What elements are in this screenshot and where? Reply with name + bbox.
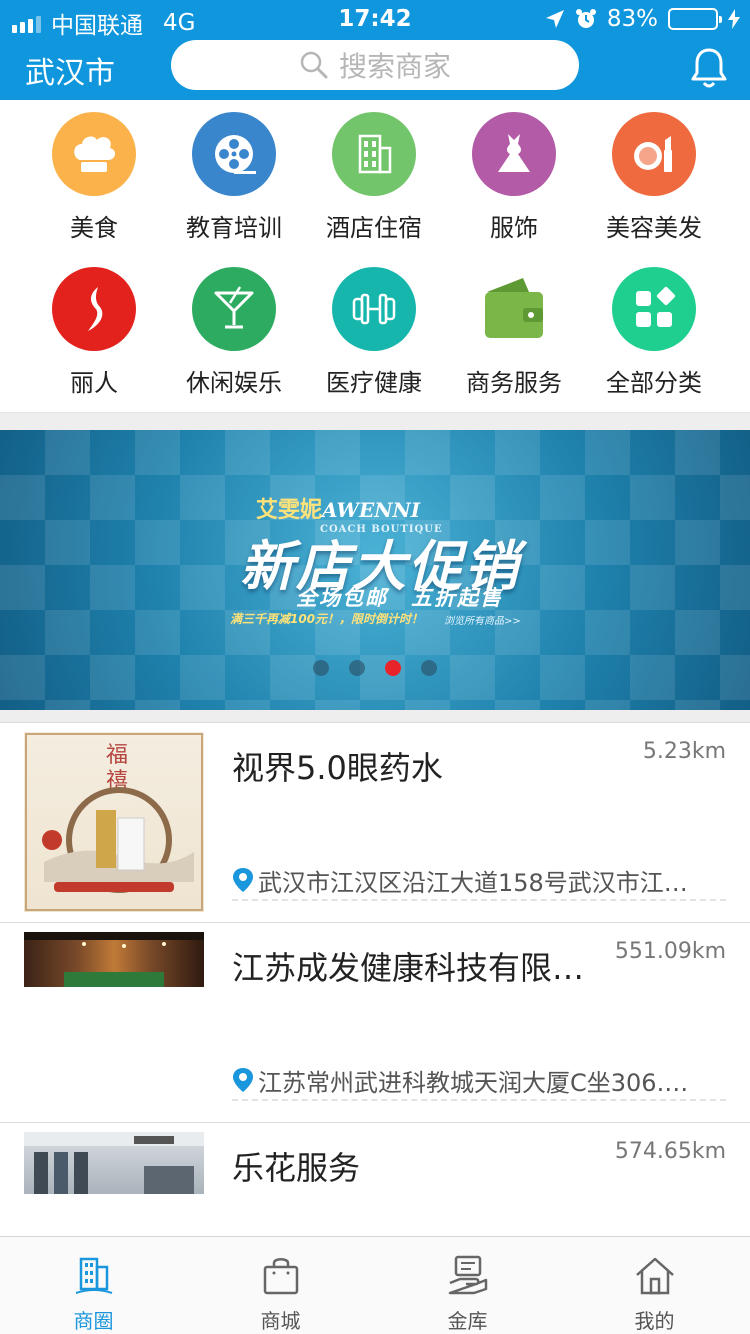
category-ladies[interactable]: 丽人 xyxy=(24,255,164,397)
category-grid: 美食 教育培训 酒店住宿 服饰 美容美发 丽人 休闲娱乐 医疗健康 商务服务 全… xyxy=(0,100,750,412)
category-label: 酒店住宿 xyxy=(326,214,422,242)
category-leisure[interactable]: 休闲娱乐 xyxy=(164,255,304,397)
location-pin-icon xyxy=(233,1068,253,1092)
status-bar: 中国联通 4G 17:42 83% xyxy=(0,0,750,40)
carousel-dot[interactable] xyxy=(349,660,365,676)
merchant-thumbnail xyxy=(24,932,204,987)
merchant-thumbnail xyxy=(24,1132,204,1194)
charging-icon xyxy=(728,9,740,29)
status-right: 83% xyxy=(545,6,740,32)
alarm-icon xyxy=(575,9,596,28)
buildings-icon xyxy=(75,1257,112,1294)
banner-subtitle: 全场包邮 五折起售 xyxy=(296,586,503,610)
carousel-dots xyxy=(0,660,750,676)
merchant-name: 乐花服务 xyxy=(232,1149,361,1187)
merchant-address: 江苏常州武进科教城天润大厦C坐306.… xyxy=(232,1061,726,1101)
tab-label: 商城 xyxy=(260,1309,301,1333)
top-bar: 中国联通 4G 17:42 83% 武汉市 搜索商家 xyxy=(0,0,750,100)
merchant-name: 视界5.0眼药水 xyxy=(232,749,443,787)
category-apparel[interactable]: 服饰 xyxy=(444,100,584,242)
location-arrow-icon xyxy=(545,10,564,28)
shopping-bag-icon xyxy=(263,1258,298,1295)
figure-icon xyxy=(52,267,136,351)
battery-percent: 83% xyxy=(606,6,658,32)
search-placeholder: 搜索商家 xyxy=(338,50,451,83)
tab-mine[interactable]: 我的 xyxy=(561,1237,748,1334)
banner-offer: 满三千再减100元！，限时倒计时！ xyxy=(230,612,424,626)
category-label: 美食 xyxy=(70,214,118,242)
list-item[interactable]: 福 禧 视界5.0眼药水 5.23km 武汉市江汉区沿江大道158号武汉市江… xyxy=(0,722,750,922)
merchant-name: 江苏成发健康科技有限… xyxy=(232,949,585,987)
search-input[interactable]: 搜索商家 xyxy=(171,40,579,90)
tab-mall[interactable]: 商城 xyxy=(187,1237,374,1334)
makeup-icon xyxy=(612,112,696,196)
tab-label: 商圈 xyxy=(73,1309,114,1333)
carousel-dot[interactable] xyxy=(421,660,437,676)
dumbbell-icon xyxy=(332,267,416,351)
banner-brand-cn: 艾雯妮 xyxy=(256,498,323,523)
bell-icon[interactable] xyxy=(690,46,728,90)
grid-icon xyxy=(612,267,696,351)
home-icon xyxy=(635,1257,674,1295)
city-selector[interactable]: 武汉市 xyxy=(25,48,115,92)
merchant-address-text: 武汉市江汉区沿江大道158号武汉市江… xyxy=(258,868,688,897)
chef-hat-icon xyxy=(52,112,136,196)
tab-label: 我的 xyxy=(634,1309,675,1333)
film-reel-icon xyxy=(192,112,276,196)
battery-icon xyxy=(668,8,722,30)
category-business[interactable]: 商务服务 xyxy=(444,255,584,397)
location-pin-icon xyxy=(233,868,253,892)
category-medical[interactable]: 医疗健康 xyxy=(304,255,444,397)
section-divider xyxy=(0,412,750,430)
category-hotel[interactable]: 酒店住宿 xyxy=(304,100,444,242)
category-label: 商务服务 xyxy=(466,369,562,397)
tab-label: 金库 xyxy=(447,1309,488,1333)
tab-bar: 商圈 商城 金库 我的 xyxy=(0,1236,750,1334)
header: 武汉市 搜索商家 xyxy=(0,40,750,100)
tab-business-circle[interactable]: 商圈 xyxy=(0,1237,187,1334)
dress-icon xyxy=(472,112,556,196)
carousel-dot[interactable] xyxy=(313,660,329,676)
category-label: 服饰 xyxy=(490,214,538,242)
category-beauty[interactable]: 美容美发 xyxy=(584,100,724,242)
banner-browse-link: 浏览所有商品>> xyxy=(444,616,521,627)
category-label: 美容美发 xyxy=(606,214,702,242)
merchant-address-text: 江苏常州武进科教城天润大厦C坐306.… xyxy=(258,1068,689,1097)
tab-vault[interactable]: 金库 xyxy=(374,1237,561,1334)
svg-text:福: 福 xyxy=(106,743,128,768)
category-label: 教育培训 xyxy=(186,214,282,242)
category-education[interactable]: 教育培训 xyxy=(164,100,304,242)
merchant-distance: 574.65km xyxy=(614,1139,726,1164)
cocktail-icon xyxy=(192,267,276,351)
carousel-dot-active[interactable] xyxy=(385,660,401,676)
category-food[interactable]: 美食 xyxy=(24,100,164,242)
building-icon xyxy=(332,112,416,196)
search-icon xyxy=(300,51,328,79)
merchant-distance: 5.23km xyxy=(642,739,726,764)
category-label: 丽人 xyxy=(70,369,118,397)
list-item[interactable]: 江苏成发健康科技有限… 551.09km 江苏常州武进科教城天润大厦C坐306.… xyxy=(0,922,750,1122)
promo-banner[interactable]: 艾雯妮AWENNI COACH BOUTIQUE 新店大促销 全场包邮 五折起售… xyxy=(0,430,750,710)
banner-brand-en: AWENNI xyxy=(322,498,421,522)
vault-icon xyxy=(448,1255,487,1295)
category-all[interactable]: 全部分类 xyxy=(584,255,724,397)
category-label: 休闲娱乐 xyxy=(186,369,282,397)
merchant-distance: 551.09km xyxy=(614,939,726,964)
section-divider xyxy=(0,710,750,722)
category-label: 全部分类 xyxy=(606,369,702,397)
wallet-icon xyxy=(472,267,556,351)
merchant-thumbnail: 福 禧 xyxy=(24,732,204,912)
category-label: 医疗健康 xyxy=(326,369,422,397)
merchant-address: 武汉市江汉区沿江大道158号武汉市江… xyxy=(232,861,726,901)
